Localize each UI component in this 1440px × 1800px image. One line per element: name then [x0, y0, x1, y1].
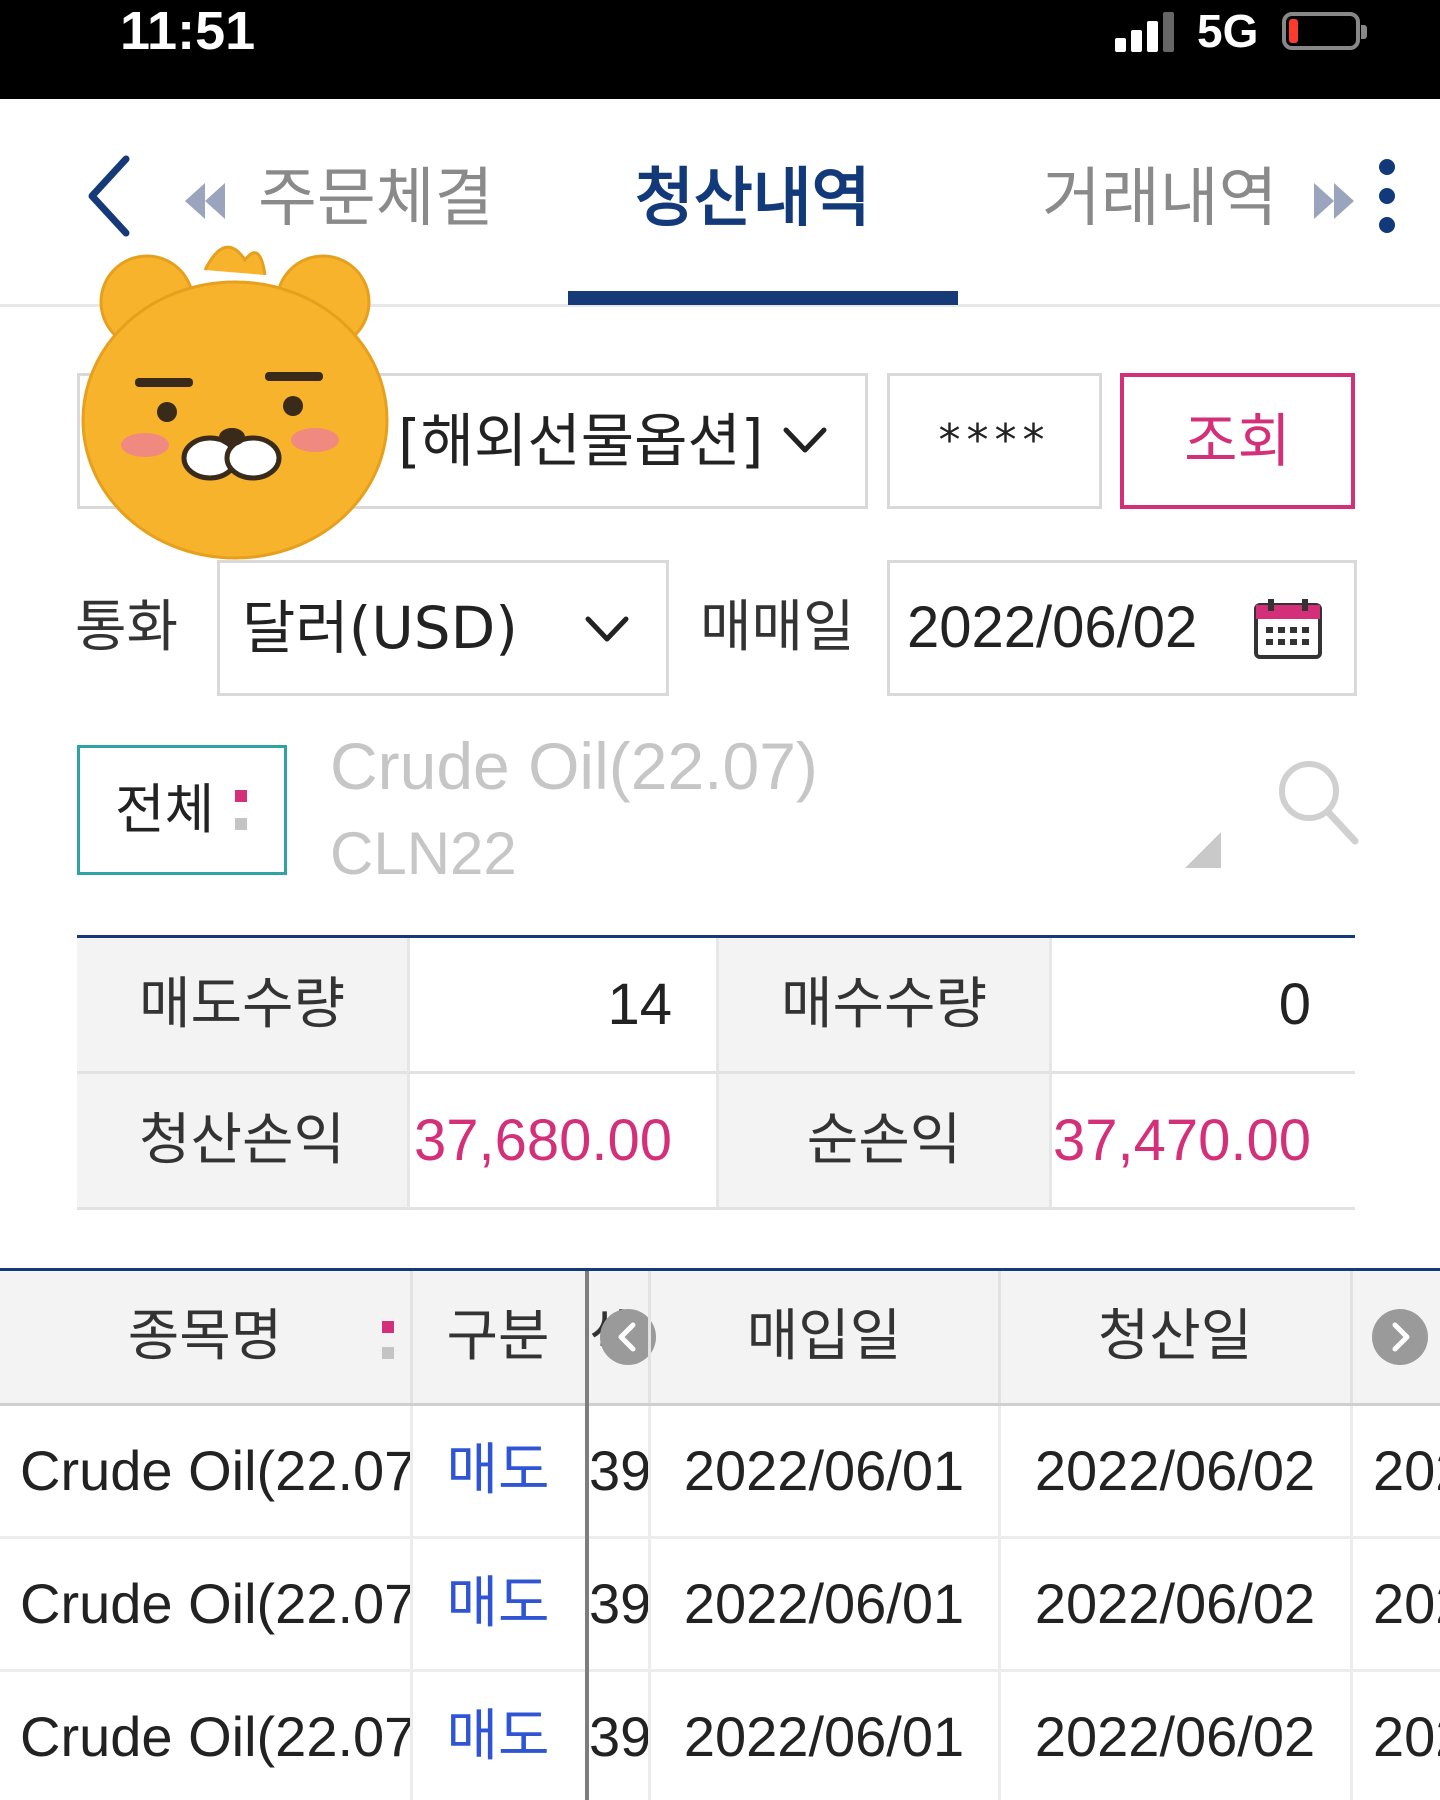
- column-header-close-date[interactable]: 청산일: [1000, 1271, 1350, 1403]
- calendar-icon[interactable]: [1252, 597, 1324, 661]
- column-header-buy-date[interactable]: 매입일: [650, 1271, 998, 1403]
- cell-next: 202: [1373, 1572, 1440, 1635]
- more-menu-button[interactable]: [1372, 151, 1404, 241]
- table-header: 종목명 구분 색 매입일 청산일: [0, 1271, 1440, 1406]
- trade-date-value: 2022/06/02: [907, 595, 1198, 660]
- liquidation-pl-value: 37,680.00: [407, 1074, 719, 1210]
- cell-partial: 39: [589, 1439, 648, 1502]
- account-type-value: [해외선물옵션]: [398, 407, 764, 475]
- column-handle-icon: [382, 1321, 394, 1333]
- status-time: 11:51: [120, 1, 256, 61]
- liquidation-list-table: 종목명 구분 색 매입일 청산일 Crude Oil(22.07) 매도 39 …: [0, 1268, 1440, 1800]
- trade-date-label: 매매일: [700, 595, 855, 660]
- double-chevron-left-icon[interactable]: [183, 181, 229, 221]
- cell-close-date: 2022/06/02: [1034, 1705, 1316, 1768]
- battery-icon: [1282, 12, 1367, 50]
- trade-date-field[interactable]: 2022/06/02: [887, 560, 1357, 696]
- column-header-side[interactable]: 구분: [412, 1271, 584, 1403]
- sell-qty-label: 매도수량: [77, 938, 407, 1074]
- buy-qty-value: 0: [1049, 938, 1355, 1074]
- cell-next: 202: [1373, 1705, 1440, 1768]
- table-row[interactable]: Crude Oil(22.07) 매도 39 2022/06/01 2022/0…: [0, 1672, 1440, 1800]
- query-button[interactable]: 조회: [1120, 373, 1355, 509]
- table-row[interactable]: Crude Oil(22.07) 매도 39 2022/06/01 2022/0…: [0, 1539, 1440, 1672]
- cell-side: 매도: [446, 1438, 550, 1503]
- net-pl-label: 순손익: [719, 1074, 1049, 1210]
- back-button[interactable]: [78, 151, 148, 241]
- chevron-left-icon: [88, 155, 130, 237]
- double-chevron-right-icon[interactable]: [1310, 181, 1356, 221]
- status-bar: 11:51 5G: [0, 0, 1440, 99]
- currency-select[interactable]: 달러(USD): [217, 560, 669, 696]
- cell-buy-date: 2022/06/01: [683, 1705, 965, 1768]
- tab-transaction-history[interactable]: 거래내역: [1042, 154, 1278, 244]
- cell-close-date: 2022/06/02: [1034, 1572, 1316, 1635]
- cell-next: 202: [1373, 1439, 1440, 1502]
- cell-side: 매도: [446, 1704, 550, 1769]
- chevron-down-icon: [585, 616, 629, 642]
- cell-name: Crude Oil(22.07): [20, 1572, 410, 1635]
- instrument-code: CLN22: [330, 820, 517, 887]
- filter-handle-icon: [235, 790, 249, 834]
- cell-name: Crude Oil(22.07): [20, 1439, 410, 1502]
- instrument-name[interactable]: Crude Oil(22.07): [330, 725, 818, 807]
- filter-all-button[interactable]: 전체: [77, 745, 287, 875]
- password-field[interactable]: ****: [887, 373, 1102, 509]
- liquidation-pl-label: 청산손익: [77, 1074, 407, 1210]
- column-header-name[interactable]: 종목명: [0, 1271, 410, 1403]
- cell-buy-date: 2022/06/01: [683, 1439, 965, 1502]
- frozen-column-divider: [585, 1271, 589, 1800]
- summary-table: 매도수량 14 매수수량 0 청산손익 37,680.00 순손익 37,470…: [77, 938, 1355, 1210]
- filter-label: 전체: [115, 778, 215, 841]
- cell-close-date: 2022/06/02: [1034, 1439, 1316, 1502]
- net-pl-value: 37,470.00: [1049, 1074, 1355, 1210]
- cell-name: Crude Oil(22.07): [20, 1705, 410, 1768]
- currency-label: 통화: [75, 595, 179, 660]
- dropdown-corner-icon: [1185, 832, 1221, 868]
- table-row[interactable]: Crude Oil(22.07) 매도 39 2022/06/01 2022/0…: [0, 1406, 1440, 1539]
- scroll-right-button[interactable]: [1372, 1309, 1428, 1365]
- buy-qty-label: 매수수량: [719, 938, 1049, 1074]
- search-icon[interactable]: [1275, 757, 1360, 847]
- signal-icon: [1115, 10, 1177, 52]
- tab-liquidation-history[interactable]: 청산내역: [635, 154, 871, 244]
- cell-partial: 39: [589, 1705, 648, 1768]
- cell-side: 매도: [446, 1571, 550, 1636]
- currency-value: 달러(USD): [242, 594, 518, 662]
- bear-sticker-image: [81, 245, 389, 560]
- chevron-right-icon: [1392, 1322, 1410, 1352]
- sell-qty-value: 14: [407, 938, 719, 1074]
- cell-buy-date: 2022/06/01: [683, 1572, 965, 1635]
- chevron-down-icon: [783, 427, 827, 453]
- active-tab-indicator: [568, 291, 958, 305]
- network-type: 5G: [1197, 5, 1259, 57]
- cell-partial: 39: [589, 1572, 648, 1635]
